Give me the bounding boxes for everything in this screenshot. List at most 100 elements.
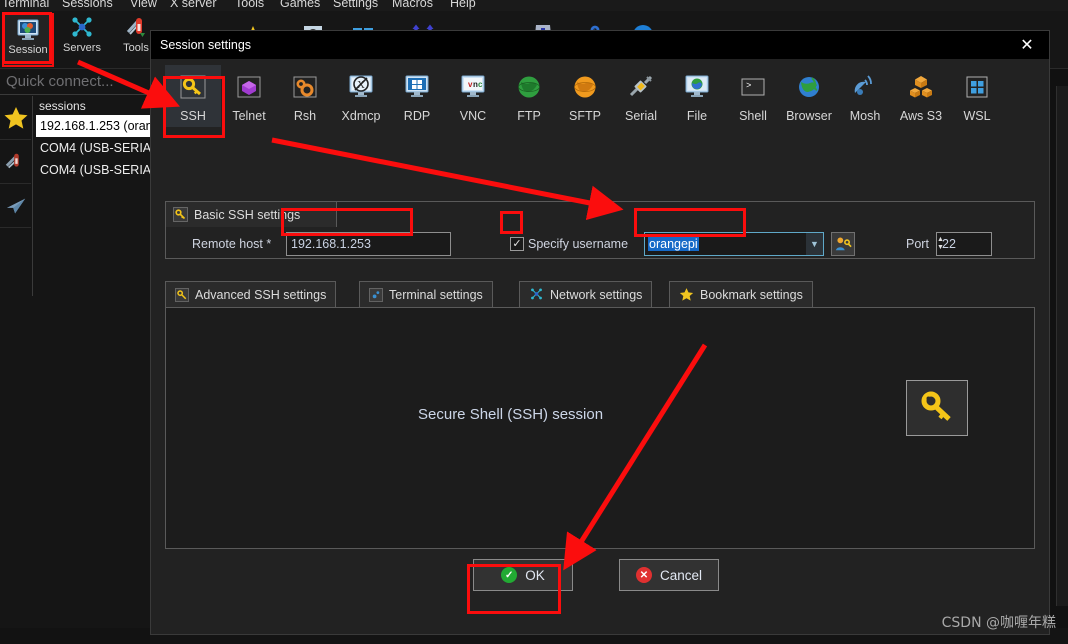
protocol-label-sftp: SFTP — [569, 109, 601, 123]
protocol-label-ftp: FTP — [517, 109, 541, 123]
protocol-wsl[interactable]: WSL — [949, 65, 1005, 127]
tools-icon — [126, 18, 145, 37]
session-icon — [17, 19, 39, 40]
key-icon — [175, 287, 189, 302]
protocol-sftp[interactable]: SFTP — [557, 65, 613, 127]
cancel-button[interactable]: ✕ Cancel — [619, 559, 719, 591]
chevron-down-icon[interactable]: ▼ — [806, 233, 823, 255]
protocol-file[interactable]: File — [669, 65, 725, 127]
protocol-rdp[interactable]: RDP — [389, 65, 445, 127]
ftp-globe-icon — [513, 71, 545, 103]
protocol-rsh[interactable]: Rsh — [277, 65, 333, 127]
star-icon — [4, 106, 27, 129]
user-key-button[interactable] — [831, 232, 855, 256]
sidebar-item-tools[interactable] — [0, 140, 31, 184]
protocol-label-serial: Serial — [625, 109, 657, 123]
menu-item-view[interactable]: View — [130, 0, 157, 10]
aws-s3-icon — [905, 71, 937, 103]
remote-host-input[interactable]: 192.168.1.253 — [286, 232, 451, 256]
tab-label-bookmark: Bookmark settings — [700, 287, 803, 302]
username-value: orangepi — [648, 237, 699, 251]
tab-network-settings[interactable]: Network settings — [519, 281, 653, 307]
menu-item-tools[interactable]: Tools — [235, 0, 264, 10]
tab-terminal-settings[interactable]: Terminal settings — [359, 281, 493, 307]
tab-bookmark-settings[interactable]: Bookmark settings — [669, 281, 813, 307]
cancel-label: Cancel — [659, 567, 703, 583]
protocol-label-vnc: VNC — [459, 109, 487, 123]
protocol-label-xdmcp: Xdmcp — [341, 109, 381, 123]
session-list-item[interactable]: COM4 (USB-SERIAL CH340) — [36, 159, 204, 181]
vnc-icon: v n c — [457, 71, 489, 103]
protocol-vnc[interactable]: v n c VNC — [445, 65, 501, 127]
protocol-ssh[interactable]: SSH — [165, 65, 221, 127]
remote-host-label: Remote host * — [192, 237, 272, 251]
tab-label-network: Network settings — [550, 287, 643, 302]
sessions-tree-root[interactable]: sessions — [33, 96, 150, 115]
tools-knife-icon — [5, 153, 19, 168]
user-key-icon — [835, 237, 852, 251]
sidebar-icon-strip — [0, 96, 31, 296]
dialog-title: Session settings — [151, 31, 1049, 59]
toolbar-label-servers: Servers — [63, 42, 101, 54]
network-icon — [531, 288, 542, 300]
sftp-globe-icon — [569, 71, 601, 103]
telnet-icon — [233, 71, 265, 103]
protocol-ftp[interactable]: FTP — [501, 65, 557, 127]
session-key-badge — [906, 380, 968, 436]
wsl-windows-icon — [961, 71, 993, 103]
sidebar-item-send[interactable] — [0, 184, 31, 228]
menu-bar: Terminal Sessions View X server Tools Ga… — [0, 0, 1068, 11]
spinner-arrows-icon[interactable]: ▲ ▼ — [937, 234, 1068, 254]
menu-item-xserver[interactable]: X server — [170, 0, 217, 10]
menu-item-help[interactable]: Help — [450, 0, 476, 10]
protocol-xdmcp[interactable]: X Xdmcp — [333, 65, 389, 127]
port-label: Port — [906, 237, 929, 251]
key-icon — [921, 391, 951, 421]
rdp-icon — [401, 71, 433, 103]
protocol-serial[interactable]: Serial — [613, 65, 669, 127]
tab-label-terminal: Terminal settings — [389, 287, 483, 302]
toolbar-button-session[interactable]: Session — [2, 13, 54, 67]
menu-item-terminal[interactable]: Terminal — [2, 0, 49, 10]
username-combobox[interactable]: orangepi ▼ — [644, 232, 824, 256]
menu-item-macros[interactable]: Macros — [392, 0, 433, 10]
port-spinner[interactable]: 22 ▲ ▼ — [936, 232, 992, 256]
protocol-browser[interactable]: Browser — [781, 65, 837, 127]
sessions-tree: sessions 192.168.1.253 (orangepi) COM4 (… — [32, 96, 204, 296]
specify-username-checkbox[interactable]: ✓ — [510, 237, 524, 251]
svg-text:c: c — [478, 80, 483, 89]
x-icon: ✕ — [635, 567, 652, 583]
toolbar-button-servers[interactable]: Servers — [56, 13, 108, 67]
basic-ssh-field-row: Remote host * 192.168.1.253 ✓ Specify us… — [166, 226, 1034, 266]
sidebar-item-star[interactable] — [0, 96, 31, 140]
protocol-label-browser: Browser — [786, 109, 832, 123]
tab-advanced-ssh-settings[interactable]: Advanced SSH settings — [165, 281, 337, 307]
session-type-text: Secure Shell (SSH) session — [418, 406, 604, 423]
star-icon — [679, 288, 694, 301]
protocol-label-rsh: Rsh — [293, 109, 317, 123]
toolbar-label-session: Session — [8, 44, 48, 56]
menu-item-games[interactable]: Games — [280, 0, 320, 10]
protocol-label-aws-s3: Aws S3 — [899, 109, 943, 123]
ok-button[interactable]: ✓ OK — [473, 559, 573, 591]
basic-ssh-settings-tab[interactable]: Basic SSH settings — [165, 201, 337, 227]
check-icon: ✓ — [501, 567, 518, 583]
session-list-item[interactable]: 192.168.1.253 (orangepi) — [36, 115, 180, 137]
protocol-mosh[interactable]: Mosh — [837, 65, 893, 127]
file-monitor-icon — [681, 71, 713, 103]
right-scrollbar-strip[interactable] — [1056, 86, 1068, 606]
menu-item-settings[interactable]: Settings — [333, 0, 378, 10]
menu-item-sessions[interactable]: Sessions — [62, 0, 113, 10]
session-list-item[interactable]: COM4 (USB-SERIAL CH340) — [36, 137, 204, 159]
protocol-shell[interactable]: > Shell — [725, 65, 781, 127]
toolbar-label-tools: Tools — [123, 42, 149, 54]
protocol-label-ssh: SSH — [180, 109, 206, 123]
quick-connect-input[interactable]: Quick connect... — [0, 69, 150, 95]
protocol-aws-s3[interactable]: Aws S3 — [893, 65, 949, 127]
protocol-telnet[interactable]: Telnet — [221, 65, 277, 127]
app-window: Terminal Sessions View X server Tools Ga… — [0, 0, 1068, 644]
rsh-gear-icon — [289, 71, 321, 103]
close-icon[interactable]: ✕ — [1005, 31, 1049, 59]
protocol-label-shell: Shell — [739, 109, 767, 123]
key-icon — [173, 207, 188, 222]
